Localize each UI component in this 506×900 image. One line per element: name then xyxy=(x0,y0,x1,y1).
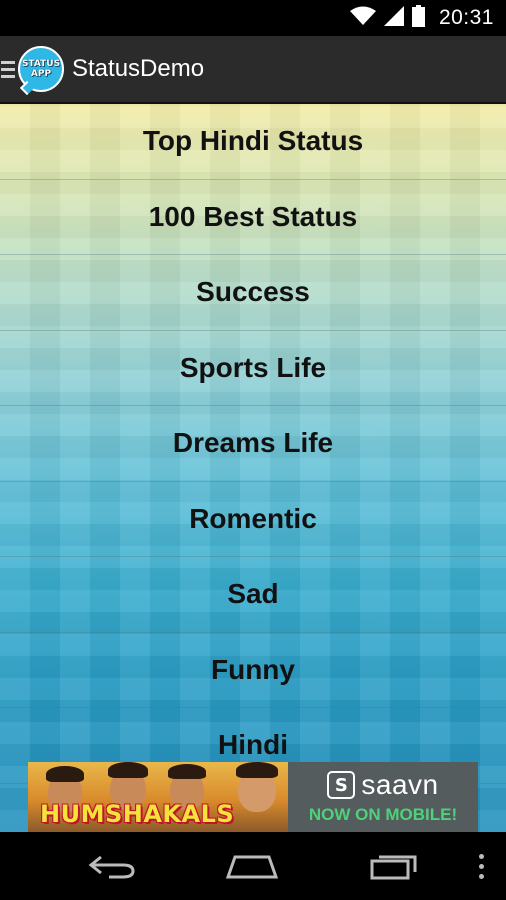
ad-banner[interactable]: HUMSHAKALS S saavn NOW ON MOBILE! xyxy=(28,762,478,832)
saavn-logo-icon: S xyxy=(327,771,356,799)
logo-text-line1: STATUS xyxy=(21,59,61,69)
logo-text-line2: APP xyxy=(30,69,52,79)
clock: 20:31 xyxy=(438,6,494,29)
list-item-dreams-life[interactable]: Dreams Life xyxy=(0,406,506,482)
list-item-sad[interactable]: Sad xyxy=(0,557,506,633)
recent-apps-icon[interactable] xyxy=(364,850,424,882)
action-bar: STATUS APP StatusDemo xyxy=(0,36,506,104)
ad-movie-poster: HUMSHAKALS xyxy=(28,762,288,832)
wifi-icon xyxy=(349,6,376,31)
navigation-bar xyxy=(0,832,506,900)
back-icon[interactable] xyxy=(82,850,142,882)
app-logo-icon[interactable]: STATUS APP xyxy=(18,46,64,96)
list-item-sports-life[interactable]: Sports Life xyxy=(0,331,506,406)
list-item-funny[interactable]: Funny xyxy=(0,633,506,708)
list-item-romentic[interactable]: Romentic xyxy=(0,482,506,557)
list-item-success[interactable]: Success xyxy=(0,255,506,331)
home-icon[interactable] xyxy=(222,850,282,882)
overflow-menu-icon[interactable] xyxy=(479,854,484,879)
menu-list: Top Hindi Status 100 Best Status Success… xyxy=(0,104,506,784)
list-item-100-best-status[interactable]: 100 Best Status xyxy=(0,180,506,255)
signal-icon xyxy=(383,5,404,31)
app-title: StatusDemo xyxy=(72,55,205,82)
ad-tagline: NOW ON MOBILE! xyxy=(308,805,458,824)
ad-sponsor-panel: S saavn NOW ON MOBILE! xyxy=(288,762,478,832)
ad-brand-text: HUMSHAKALS xyxy=(40,800,235,828)
ad-sponsor-name: saavn xyxy=(361,769,439,800)
status-bar: 20:31 xyxy=(0,0,506,36)
status-category-list[interactable]: Top Hindi Status 100 Best Status Success… xyxy=(0,104,506,832)
drawer-icon[interactable] xyxy=(1,60,15,78)
battery-icon xyxy=(411,4,425,32)
list-item-top-hindi-status[interactable]: Top Hindi Status xyxy=(0,104,506,180)
